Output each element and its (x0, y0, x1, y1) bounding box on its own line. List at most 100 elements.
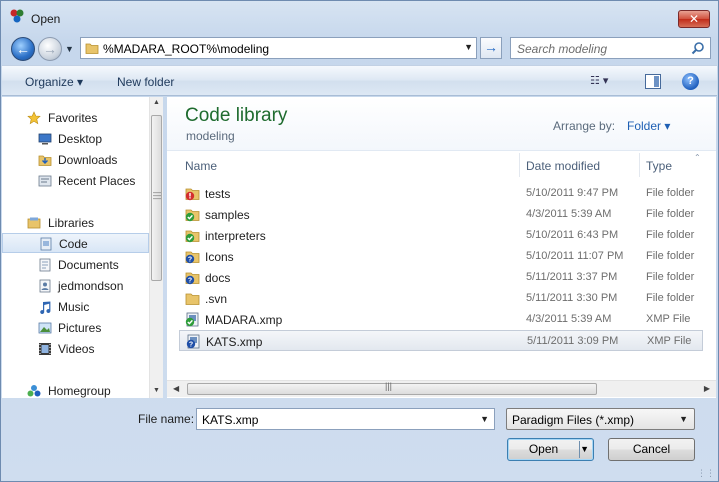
navigation-pane: Favorites Desktop Downloads Recent Place… (2, 97, 163, 398)
address-bar[interactable]: %MADARA_ROOT%\modeling ▼ (80, 37, 477, 59)
scroll-up-icon[interactable]: ▲ (153, 99, 160, 106)
nav-item-videos[interactable]: Videos (2, 339, 149, 359)
scroll-grip-icon: ||| (385, 381, 393, 391)
file-name: KATS.xmp (206, 335, 263, 349)
nav-item-label: Downloads (58, 153, 118, 167)
user-folder-icon (39, 279, 51, 293)
chevron-down-icon[interactable]: ▼ (480, 414, 489, 424)
title-bar[interactable]: Open ✕ (1, 1, 718, 35)
file-type: File folder (646, 229, 695, 241)
library-header: Code library modeling Arrange by: Folder… (167, 97, 716, 151)
file-name: .svn (205, 292, 228, 306)
file-name-label: File name: (138, 412, 195, 426)
open-dialog: Open ✕ ← → ▼ %MADARA_ROOT%\modeling ▼ → … (0, 0, 719, 482)
nav-item-label: Videos (58, 342, 95, 356)
back-button[interactable]: ← (11, 37, 35, 61)
file-name-value[interactable]: KATS.xmp (202, 413, 258, 427)
search-icon[interactable] (691, 41, 705, 55)
nav-item-pictures[interactable]: Pictures (2, 318, 149, 338)
file-type: XMP File (647, 335, 692, 347)
scroll-right-icon[interactable]: ▶ (704, 384, 710, 393)
open-button[interactable]: Open ▼ (507, 438, 594, 461)
svg-text:?: ? (188, 278, 192, 285)
close-button[interactable]: ✕ (678, 10, 710, 28)
file-type-filter[interactable]: Paradigm Files (*.xmp) ▼ (506, 408, 695, 430)
file-name: docs (205, 271, 231, 285)
nav-item-code[interactable]: Code (2, 233, 149, 253)
arrange-by-label: Arrange by: (553, 119, 616, 133)
chevron-down-icon[interactable]: ▼ (679, 414, 688, 424)
file-row[interactable]: ? Icons 5/10/2011 11:07 PM File folder (179, 246, 703, 267)
cancel-button[interactable]: Cancel (608, 438, 695, 461)
folder-error-icon (185, 188, 200, 201)
file-name: MADARA.xmp (205, 313, 283, 327)
file-name-combobox[interactable]: KATS.xmp ▼ (196, 408, 495, 430)
folder-icon (185, 293, 200, 305)
nav-item-desktop[interactable]: Desktop (2, 129, 149, 149)
file-date: 5/11/2011 3:30 PM (526, 292, 618, 304)
file-date: 5/11/2011 3:37 PM (526, 271, 618, 283)
address-dropdown-icon[interactable]: ▼ (464, 42, 473, 52)
file-type-value: Paradigm Files (*.xmp) (512, 413, 635, 427)
horizontal-scrollbar[interactable]: ◀ ||| ▶ (167, 380, 716, 397)
nav-item-jedmondson[interactable]: jedmondson (2, 276, 149, 296)
preview-pane-icon[interactable] (645, 74, 661, 89)
nav-favorites[interactable]: Favorites (2, 108, 149, 128)
go-button[interactable]: → (480, 37, 502, 59)
file-row[interactable]: ? KATS.xmp 5/11/2011 3:09 PM XMP File (179, 330, 703, 351)
nav-item-recent-places[interactable]: Recent Places (2, 171, 149, 191)
nav-item-label: Recent Places (58, 174, 136, 188)
arrange-by-dropdown[interactable]: Folder ▾ (627, 119, 670, 133)
file-row[interactable]: MADARA.xmp 4/3/2011 5:39 AM XMP File (179, 309, 703, 330)
file-question-icon: ? (186, 334, 200, 349)
file-type: File folder (646, 292, 695, 304)
file-row[interactable]: samples 4/3/2011 5:39 AM File folder (179, 204, 703, 225)
file-name: tests (205, 187, 231, 201)
file-row[interactable]: tests 5/10/2011 9:47 PM File folder (179, 183, 703, 204)
file-type: File folder (646, 250, 695, 262)
folder-ok-icon (185, 230, 200, 243)
file-name: Icons (205, 250, 234, 264)
nav-item-downloads[interactable]: Downloads (2, 150, 149, 170)
videos-icon (39, 343, 51, 355)
folder-question-icon: ? (185, 272, 200, 285)
library-subtitle: modeling (186, 129, 235, 143)
organize-menu-button[interactable]: Organize ▾ (25, 75, 83, 89)
file-name: samples (205, 208, 250, 222)
file-type: File folder (646, 271, 695, 283)
nav-libraries[interactable]: Libraries (2, 213, 149, 233)
file-row[interactable]: ? docs 5/11/2011 3:37 PM File folder (179, 267, 703, 288)
nav-item-label: Desktop (58, 132, 103, 146)
open-options-dropdown-icon[interactable]: ▼ (580, 439, 589, 460)
change-view-button[interactable]: ☷ ▾ (590, 74, 626, 90)
help-icon[interactable]: ? (682, 73, 699, 90)
nav-homegroup[interactable]: Homegroup (2, 381, 149, 401)
column-header-name[interactable]: Name (179, 153, 520, 177)
nav-item-label: Music (58, 300, 90, 314)
desktop-icon (38, 133, 52, 145)
file-row[interactable]: interpreters 5/10/2011 6:43 PM File folder (179, 225, 703, 246)
search-box[interactable]: Search modeling (510, 37, 711, 59)
command-bar: Organize ▾ New folder ☷ ▾ ? (2, 65, 717, 96)
file-type: File folder (646, 187, 695, 199)
file-date: 4/3/2011 5:39 AM (526, 208, 612, 220)
forward-button[interactable]: → (38, 37, 62, 61)
recent-pages-dropdown-icon[interactable]: ▼ (65, 44, 74, 54)
resize-grip-icon[interactable]: ⋮⋮ (697, 469, 715, 478)
nav-favorites-label: Favorites (48, 111, 98, 125)
library-icon (40, 237, 52, 251)
pictures-icon (38, 322, 52, 334)
file-date: 4/3/2011 5:39 AM (526, 313, 612, 325)
nav-scrollbar[interactable]: ▲ — — — ▼ (149, 97, 163, 398)
nav-homegroup-label: Homegroup (48, 384, 111, 398)
file-type: XMP File (646, 313, 691, 325)
new-folder-button[interactable]: New folder (117, 75, 174, 89)
nav-item-music[interactable]: Music (2, 297, 149, 317)
nav-item-documents[interactable]: Documents (2, 255, 149, 275)
nav-item-label: Documents (58, 258, 119, 272)
scroll-down-icon[interactable]: ▼ (153, 387, 160, 394)
scroll-left-icon[interactable]: ◀ (173, 384, 179, 393)
file-row[interactable]: .svn 5/11/2011 3:30 PM File folder (179, 288, 703, 309)
column-header-date[interactable]: Date modified (520, 153, 640, 177)
nav-item-label: Pictures (58, 321, 102, 335)
